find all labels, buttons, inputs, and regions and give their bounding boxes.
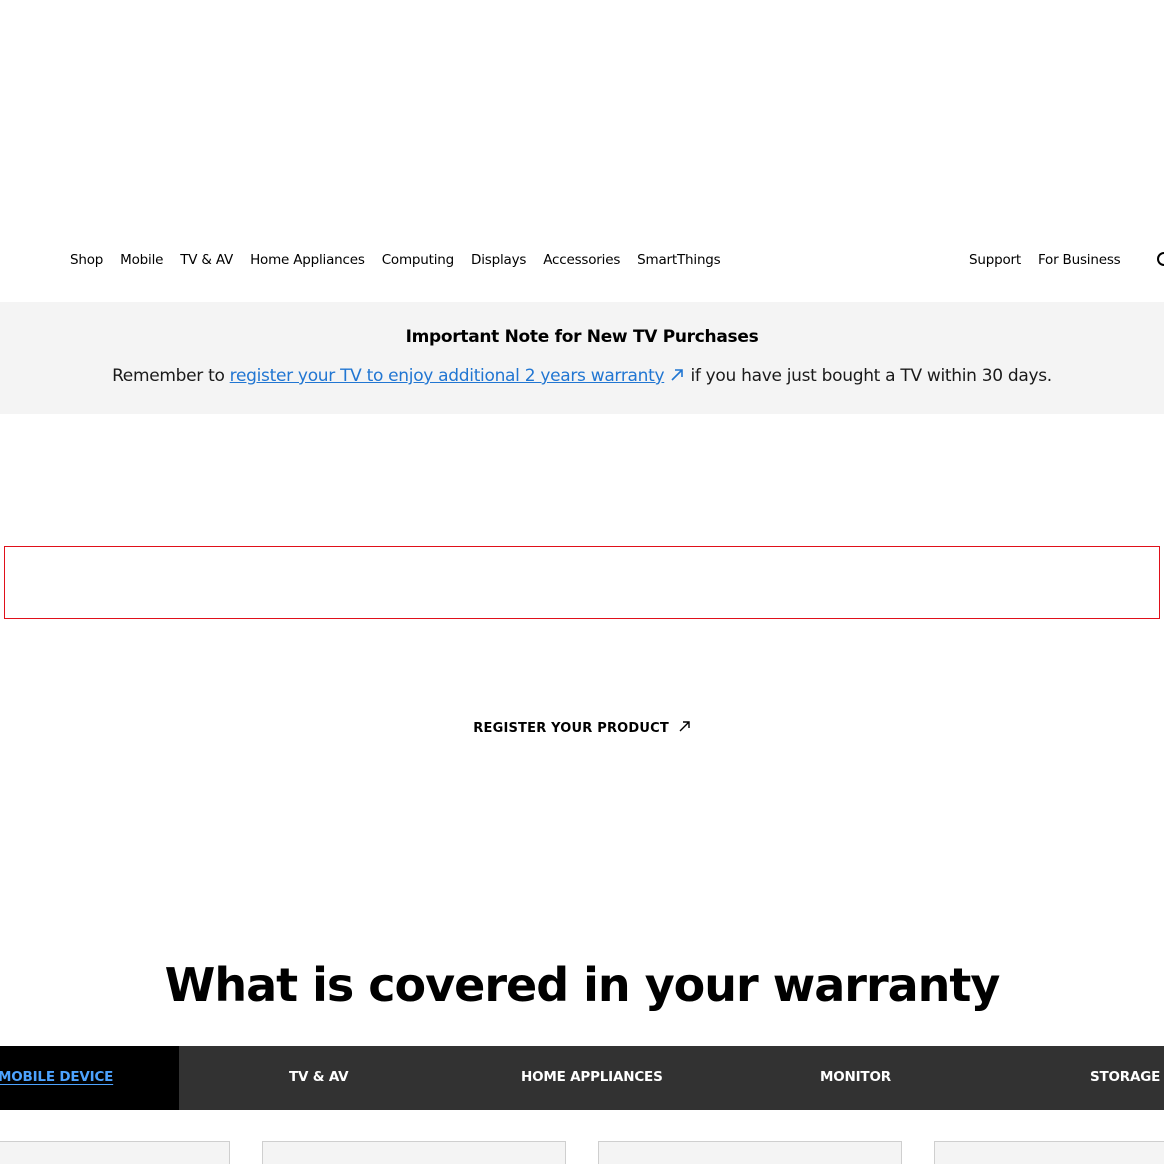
page: Shop Mobile TV & AV Home Appliances Comp… [0, 0, 1164, 1164]
notice-title: Important Note for New TV Purchases [405, 327, 759, 347]
nav-item-tv-av[interactable]: TV & AV [180, 252, 233, 268]
nav-item-displays[interactable]: Displays [471, 252, 526, 268]
coverage-card[interactable] [934, 1141, 1164, 1164]
nav-item-home-appliances[interactable]: Home Appliances [250, 252, 365, 268]
tab-storage[interactable]: STORAGE [1090, 1069, 1160, 1085]
nav-item-for-business[interactable]: For Business [1038, 252, 1121, 268]
tab-mobile-device[interactable]: MOBILE DEVICE [0, 1069, 113, 1085]
coverage-card[interactable] [262, 1141, 566, 1164]
main-nav: Shop Mobile TV & AV Home Appliances Comp… [0, 242, 1164, 282]
register-product-row: REGISTER YOUR PRODUCT [0, 720, 1164, 736]
notice-text: Remember to register your TV to enjoy ad… [0, 366, 1164, 386]
nav-item-computing[interactable]: Computing [382, 252, 455, 268]
register-product-link[interactable]: REGISTER YOUR PRODUCT [473, 721, 690, 736]
warranty-heading: What is covered in your warranty [164, 958, 1001, 1012]
nav-item-shop[interactable]: Shop [70, 252, 103, 268]
notice-suffix: if you have just bought a TV within 30 d… [685, 366, 1052, 386]
nav-secondary: Support For Business [969, 252, 1137, 268]
coverage-card[interactable] [598, 1141, 902, 1164]
category-tabs: MOBILE DEVICE TV & AV HOME APPLIANCES MO… [0, 1046, 1164, 1110]
search-icon[interactable] [1157, 252, 1164, 266]
tab-home-appliances[interactable]: HOME APPLIANCES [521, 1069, 663, 1085]
tab-tv-av[interactable]: TV & AV [289, 1069, 349, 1085]
nav-item-smartthings[interactable]: SmartThings [637, 252, 721, 268]
nav-item-support[interactable]: Support [969, 252, 1021, 268]
nav-item-accessories[interactable]: Accessories [543, 252, 620, 268]
external-arrow-icon [671, 369, 684, 381]
tv-purchase-notice: Important Note for New TV Purchases Reme… [0, 302, 1164, 414]
register-product-label: REGISTER YOUR PRODUCT [473, 721, 669, 736]
tab-monitor[interactable]: MONITOR [820, 1069, 891, 1085]
highlight-frame [4, 546, 1160, 619]
register-tv-link[interactable]: register your TV to enjoy additional 2 y… [230, 366, 665, 386]
external-arrow-icon [679, 721, 690, 732]
notice-prefix: Remember to [112, 366, 230, 386]
nav-item-mobile[interactable]: Mobile [120, 252, 163, 268]
nav-primary: Shop Mobile TV & AV Home Appliances Comp… [70, 252, 738, 268]
coverage-card[interactable] [0, 1141, 230, 1164]
